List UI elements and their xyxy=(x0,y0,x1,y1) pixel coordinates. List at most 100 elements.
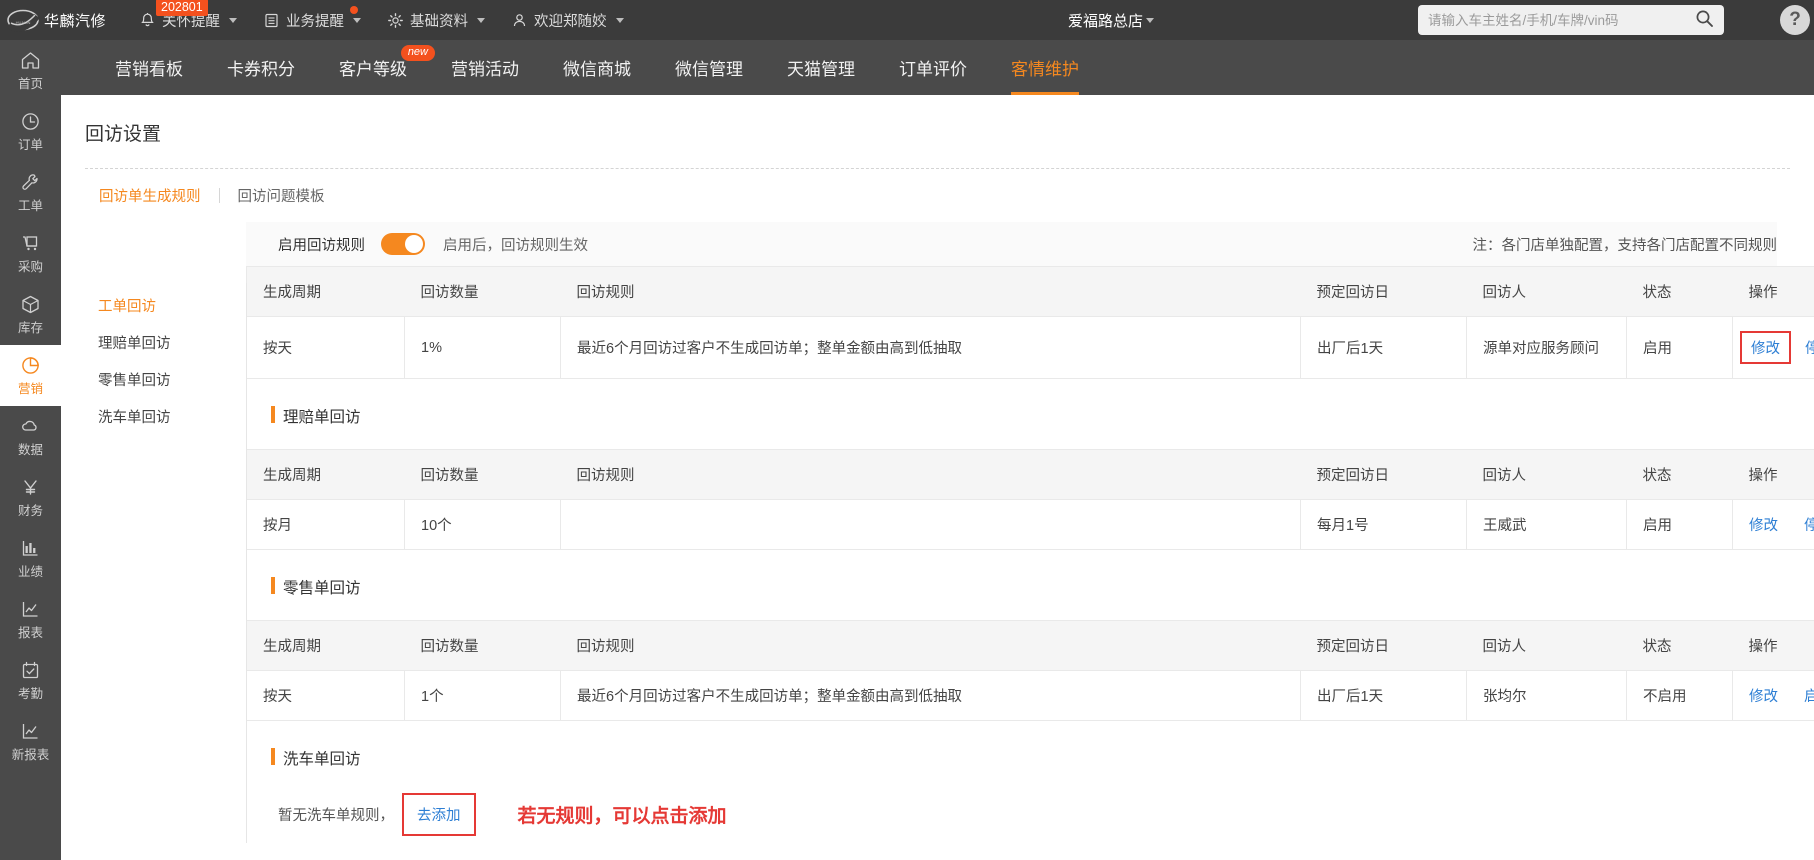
sidebar-item-label: 考勤 xyxy=(17,686,43,701)
sidebar-item-marketing[interactable]: 营销 xyxy=(0,345,61,406)
list-icon xyxy=(263,12,280,29)
cell-count: 10个 xyxy=(404,499,561,550)
sidebar-item-reports[interactable]: 报表 xyxy=(0,589,61,650)
th-cycle: 生成周期 xyxy=(246,266,405,317)
cell-person: 张均尔 xyxy=(1466,670,1627,721)
nav-tmall-management[interactable]: 天猫管理 xyxy=(765,40,877,95)
submenu-claim-visit[interactable]: 理赔单回访 xyxy=(98,324,246,361)
sidebar-item-home[interactable]: 首页 xyxy=(0,40,61,101)
top-nav-basic-data[interactable]: 基础资料 xyxy=(374,0,498,40)
submenu-retail-visit[interactable]: 零售单回访 xyxy=(98,361,246,398)
enable-rule-hint: 启用后，回访规则生效 xyxy=(443,237,588,254)
tab-question-template[interactable]: 回访问题模板 xyxy=(238,185,325,206)
cell-date: 出厂后1天 xyxy=(1300,670,1467,721)
section-accent-bar xyxy=(271,406,275,423)
nav-marketing-activity[interactable]: 营销活动 xyxy=(429,40,541,95)
cell-actions: 修改 停用 xyxy=(1732,499,1814,550)
submenu-carwash-visit[interactable]: 洗车单回访 xyxy=(98,398,246,435)
table-header-row: 生成周期 回访数量 回访规则 预定回访日 回访人 状态 操作 xyxy=(246,266,1814,317)
top-nav-care-reminder[interactable]: 关怀提醒 202801 xyxy=(126,0,250,40)
edit-link[interactable]: 修改 xyxy=(1740,331,1791,364)
th-rule: 回访规则 xyxy=(560,449,1301,500)
top-nav-label: 业务提醒 xyxy=(286,13,344,30)
section-title: 理赔单回访 xyxy=(283,409,361,426)
section-title: 洗车单回访 xyxy=(283,751,361,768)
nav-label: 天猫管理 xyxy=(787,60,855,79)
sidebar-item-inventory[interactable]: 库存 xyxy=(0,284,61,345)
th-person: 回访人 xyxy=(1466,266,1627,317)
pie-icon xyxy=(20,355,41,376)
enable-rule-row: 启用回访规则 启用后，回访规则生效 注：各门店单独配置，支持各门店配置不同规则 xyxy=(246,222,1777,266)
nav-label: 微信管理 xyxy=(675,60,743,79)
th-status: 状态 xyxy=(1626,620,1733,671)
nav-customer-care[interactable]: 客情维护 xyxy=(989,40,1101,95)
search-input[interactable] xyxy=(1428,12,1695,28)
sidebar-item-work-orders[interactable]: 工单 xyxy=(0,162,61,223)
help-button[interactable]: ? xyxy=(1780,5,1810,35)
nav-wechat-management[interactable]: 微信管理 xyxy=(653,40,765,95)
sidebar-item-finance[interactable]: 财务 xyxy=(0,467,61,528)
search-icon[interactable] xyxy=(1695,9,1714,31)
table-row: 按月 10个 每月1号 王威武 启用 修改 停用 xyxy=(246,499,1814,550)
sidebar-item-purchase[interactable]: 采购 xyxy=(0,223,61,284)
sidebar-item-data[interactable]: 数据 xyxy=(0,406,61,467)
cell-cycle: 按天 xyxy=(246,670,405,721)
cell-count: 1% xyxy=(404,316,561,379)
enable-rule-toggle[interactable] xyxy=(381,233,425,255)
edit-link[interactable]: 修改 xyxy=(1749,689,1778,705)
nav-marketing-board[interactable]: 营销看板 xyxy=(93,40,205,95)
table-row: 按天 1% 最近6个月回访过客户不生成回访单；整单金额由高到低抽取 出厂后1天 … xyxy=(246,316,1814,379)
add-rule-link[interactable]: 去添加 xyxy=(402,793,476,836)
sidebar-item-label: 工单 xyxy=(17,198,43,213)
sidebar-item-label: 订单 xyxy=(17,137,43,152)
enable-rule-label: 启用回访规则 xyxy=(278,237,365,254)
empty-state-carwash: 暂无洗车单规则， 去添加 若无规则，可以点击添加 xyxy=(246,793,1814,836)
section-title: 零售单回访 xyxy=(283,580,361,597)
sidebar-item-orders[interactable]: 订单 xyxy=(0,101,61,162)
top-bar: HUALIN 华麟汽修 关怀提醒 202801 业务提醒 基础资料 欢迎郑随姣 … xyxy=(0,0,1814,40)
nav-coupon-points[interactable]: 卡券积分 xyxy=(205,40,317,95)
status-badge: 启用 xyxy=(1626,316,1733,379)
th-date: 预定回访日 xyxy=(1300,449,1467,500)
nav-customer-level[interactable]: 客户等级 new xyxy=(317,40,435,95)
sidebar-item-label: 业绩 xyxy=(17,564,43,579)
status-badge: 不启用 xyxy=(1626,670,1733,721)
section-header-claim: 理赔单回访 xyxy=(246,405,1814,427)
home-icon xyxy=(20,50,41,71)
global-search[interactable] xyxy=(1418,5,1724,35)
sidebar-item-label: 数据 xyxy=(17,442,43,457)
nav-order-review[interactable]: 订单评价 xyxy=(877,40,989,95)
cell-count: 1个 xyxy=(404,670,561,721)
sidebar-item-performance[interactable]: 业绩 xyxy=(0,528,61,589)
sidebar-item-attendance[interactable]: 考勤 xyxy=(0,650,61,711)
disable-link[interactable]: 停用 xyxy=(1805,341,1814,357)
left-sidebar: 首页 订单 工单 采购 库存 营销 数据 财务 业绩 报表 考勤 新报表 xyxy=(0,40,61,860)
nav-wechat-mall[interactable]: 微信商城 xyxy=(541,40,653,95)
th-action: 操作 xyxy=(1732,449,1814,500)
cell-person: 王威武 xyxy=(1466,499,1627,550)
th-date: 预定回访日 xyxy=(1300,266,1467,317)
tab-visit-rule[interactable]: 回访单生成规则 xyxy=(99,185,201,206)
calendar-check-icon xyxy=(20,660,41,681)
sidebar-item-new-reports[interactable]: 新报表 xyxy=(0,711,61,772)
top-nav-user-menu[interactable]: 欢迎郑随姣 xyxy=(498,0,637,40)
disable-link[interactable]: 停用 xyxy=(1804,518,1814,534)
th-date: 预定回访日 xyxy=(1300,620,1467,671)
th-person: 回访人 xyxy=(1466,620,1627,671)
config-note: 注：各门店单独配置，支持各门店配置不同规则 xyxy=(1472,237,1778,254)
enable-link[interactable]: 启用 xyxy=(1804,689,1814,705)
care-reminder-badge: 202801 xyxy=(156,0,208,17)
submenu-work-order-visit[interactable]: 工单回访 xyxy=(98,287,246,324)
rules-table-work-order: 生成周期 回访数量 回访规则 预定回访日 回访人 状态 操作 按天 1% 最近6… xyxy=(246,266,1814,379)
section-header-retail: 零售单回访 xyxy=(246,576,1814,598)
cell-cycle: 按月 xyxy=(246,499,405,550)
top-nav-business-reminder[interactable]: 业务提醒 xyxy=(250,0,374,40)
table-header-row: 生成周期 回访数量 回访规则 预定回访日 回访人 状态 操作 xyxy=(246,449,1814,500)
store-selector[interactable]: 爱福路总店 xyxy=(1068,0,1155,40)
business-reminder-dot xyxy=(350,6,358,14)
brand-logo[interactable]: HUALIN 华麟汽修 xyxy=(0,7,110,33)
tab-divider xyxy=(218,188,220,203)
sidebar-item-label: 新报表 xyxy=(11,747,50,762)
clock-icon xyxy=(20,111,41,132)
edit-link[interactable]: 修改 xyxy=(1749,518,1778,534)
